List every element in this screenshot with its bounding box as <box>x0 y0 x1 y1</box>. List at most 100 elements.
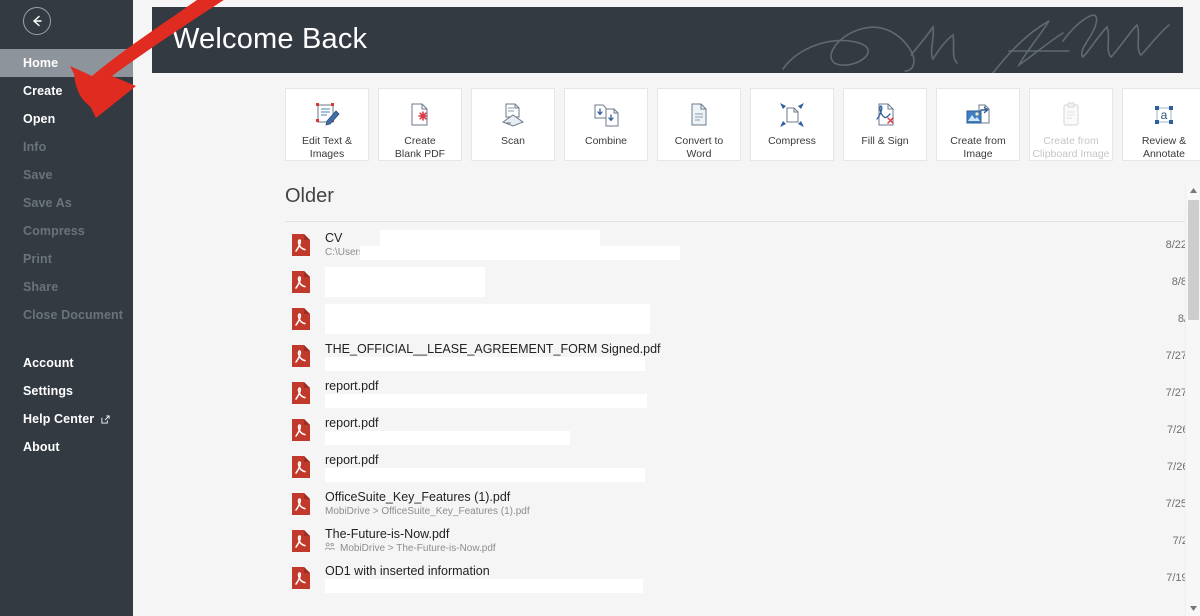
signature-decoration-icon <box>782 14 1170 73</box>
file-name: The-Future-is-Now.pdf <box>325 526 450 541</box>
pdf-file-icon <box>291 381 313 405</box>
sidebar-item-label: Info <box>23 140 47 154</box>
sidebar-item-close-document: Close Document <box>0 301 133 329</box>
list-divider <box>285 221 1200 222</box>
sidebar-item-settings[interactable]: Settings <box>0 377 133 405</box>
sidebar-item-account[interactable]: Account <box>0 349 133 377</box>
recent-files-list[interactable]: CVC:\Users\z8/22/2022 12:23:43 PM 8/8/20… <box>285 226 1200 616</box>
file-name: OfficeSuite_Key_Features (1).pdf <box>325 489 511 504</box>
tool-fill-and-sign[interactable]: Fill & Sign <box>843 88 927 161</box>
file-row[interactable]: 8/7/2022 8:20:20 PM <box>285 300 1200 337</box>
tool-scan[interactable]: Scan <box>471 88 555 161</box>
file-path-label: MobiDrive > OfficeSuite_Key_Features (1)… <box>325 505 530 517</box>
tool-create-blank-pdf[interactable]: Create Blank PDF <box>378 88 462 161</box>
edit-text-images-icon <box>314 100 340 130</box>
file-row[interactable]: THE_OFFICIAL__LEASE_AGREEMENT_FORM Signe… <box>285 337 1200 374</box>
file-row-text <box>325 266 1172 297</box>
file-name <box>325 305 1178 320</box>
tool-label: Edit Text & Images <box>302 135 352 160</box>
tool-review-and-annotate[interactable]: a Review & Annotate <box>1122 88 1200 161</box>
scrollbar-thumb[interactable] <box>1188 200 1199 320</box>
pdf-file-icon <box>291 529 313 553</box>
tool-label: Fill & Sign <box>861 135 909 147</box>
file-row[interactable]: 8/8/2022 12:08:42 PM <box>285 263 1200 300</box>
file-path-label <box>325 431 328 444</box>
shared-users-icon <box>325 542 335 555</box>
quick-actions-toolbar: Edit Text & Images Create Blank PDF Scan… <box>285 88 1200 161</box>
scroll-down-arrow-icon[interactable] <box>1186 601 1200 616</box>
pdf-file-icon <box>291 566 313 590</box>
sidebar-item-label: Share <box>23 280 59 294</box>
create-from-image-icon <box>965 100 991 130</box>
tool-compress[interactable]: Compress <box>750 88 834 161</box>
file-row[interactable]: OD1 with inserted information 7/19/2022 … <box>285 559 1200 596</box>
sidebar-nav: Home Create Open Info Save Save As Compr… <box>0 49 133 461</box>
file-name <box>325 268 1172 283</box>
review-annotate-icon: a <box>1151 100 1177 130</box>
shared-users-icon <box>325 542 335 550</box>
pdf-file-icon <box>291 492 313 516</box>
file-row[interactable]: report.pdf 7/26/2022 11:06:28 AM <box>285 411 1200 448</box>
file-name: THE_OFFICIAL__LEASE_AGREEMENT_FORM Signe… <box>325 341 661 356</box>
sidebar-item-home[interactable]: Home <box>0 49 133 77</box>
file-row-text: report.pdf <box>325 453 1167 482</box>
sidebar-item-label: Settings <box>23 384 74 398</box>
vertical-scrollbar[interactable] <box>1185 183 1200 616</box>
sidebar-item-label: Close Document <box>23 308 124 322</box>
sidebar-item-label: About <box>23 440 60 454</box>
sidebar-item-label: Account <box>23 356 74 370</box>
tool-label: Create from Clipboard Image <box>1032 135 1110 160</box>
file-path <box>325 320 1178 333</box>
pdf-file-icon <box>291 455 313 479</box>
convert-to-word-icon <box>686 100 712 130</box>
tool-create-from-clipboard-image: Create from Clipboard Image <box>1029 88 1113 161</box>
scan-icon <box>500 100 526 130</box>
file-path <box>325 468 1167 481</box>
tool-create-from-image[interactable]: Create from Image <box>936 88 1020 161</box>
file-row[interactable]: report.pdf 7/26/2022 11:05:13 AM <box>285 448 1200 485</box>
sidebar-item-label: Save As <box>23 196 72 210</box>
sidebar-item-label: Home <box>23 56 59 70</box>
file-row[interactable]: report.pdf 7/27/2022 10:14:17 PM <box>285 374 1200 411</box>
sidebar-item-label: Help Center <box>23 412 95 426</box>
tool-edit-text-images[interactable]: Edit Text & Images <box>285 88 369 161</box>
scroll-up-arrow-icon[interactable] <box>1186 183 1200 198</box>
sidebar-item-print: Print <box>0 245 133 273</box>
file-row-text <box>325 303 1178 334</box>
tool-label: Convert to Word <box>674 135 724 160</box>
main-content: Welcome Back Edit Text & Images Create B… <box>133 0 1200 616</box>
sidebar-item-open[interactable]: Open <box>0 105 133 133</box>
sidebar-item-about[interactable]: About <box>0 433 133 461</box>
sidebar-item-label: Compress <box>23 224 85 238</box>
tool-label: Compress <box>768 135 816 147</box>
file-row[interactable]: The-Future-is-Now.pdf MobiDrive > The-Fut… <box>285 522 1200 559</box>
sidebar-item-create[interactable]: Create <box>0 77 133 105</box>
file-row[interactable]: OfficeSuite_Key_Features (1).pdf MobiDriv… <box>285 485 1200 522</box>
pdf-file-icon <box>291 418 313 442</box>
sidebar-item-help-center[interactable]: Help Center <box>0 405 133 433</box>
sidebar-item-share: Share <box>0 273 133 301</box>
tool-combine[interactable]: Combine <box>564 88 648 161</box>
create-blank-pdf-icon <box>407 100 433 130</box>
file-path-label <box>325 283 328 296</box>
file-path: C:\Users\z <box>325 246 1166 259</box>
file-row[interactable]: CVC:\Users\z8/22/2022 12:23:43 PM <box>285 226 1200 263</box>
file-path-label <box>325 394 328 407</box>
file-name: report.pdf <box>325 415 379 430</box>
svg-text:a: a <box>1161 108 1168 122</box>
back-arrow-icon[interactable] <box>23 7 51 35</box>
sidebar-item-info: Info <box>0 133 133 161</box>
tool-convert-to-word[interactable]: Convert to Word <box>657 88 741 161</box>
file-row-text: OfficeSuite_Key_Features (1).pdf MobiDriv… <box>325 490 1166 518</box>
file-row-text: CV C:\Users\z <box>325 229 1166 260</box>
external-link-icon <box>101 414 110 424</box>
pdf-file-icon <box>291 307 313 331</box>
combine-icon <box>593 100 619 130</box>
file-name: report.pdf <box>325 378 379 393</box>
tool-label: Combine <box>584 135 628 147</box>
sidebar-item-label: Create <box>23 84 63 98</box>
file-path <box>325 394 1166 407</box>
file-path-label <box>325 320 328 333</box>
pdf-file-icon <box>291 344 313 368</box>
file-path-label <box>325 468 328 481</box>
